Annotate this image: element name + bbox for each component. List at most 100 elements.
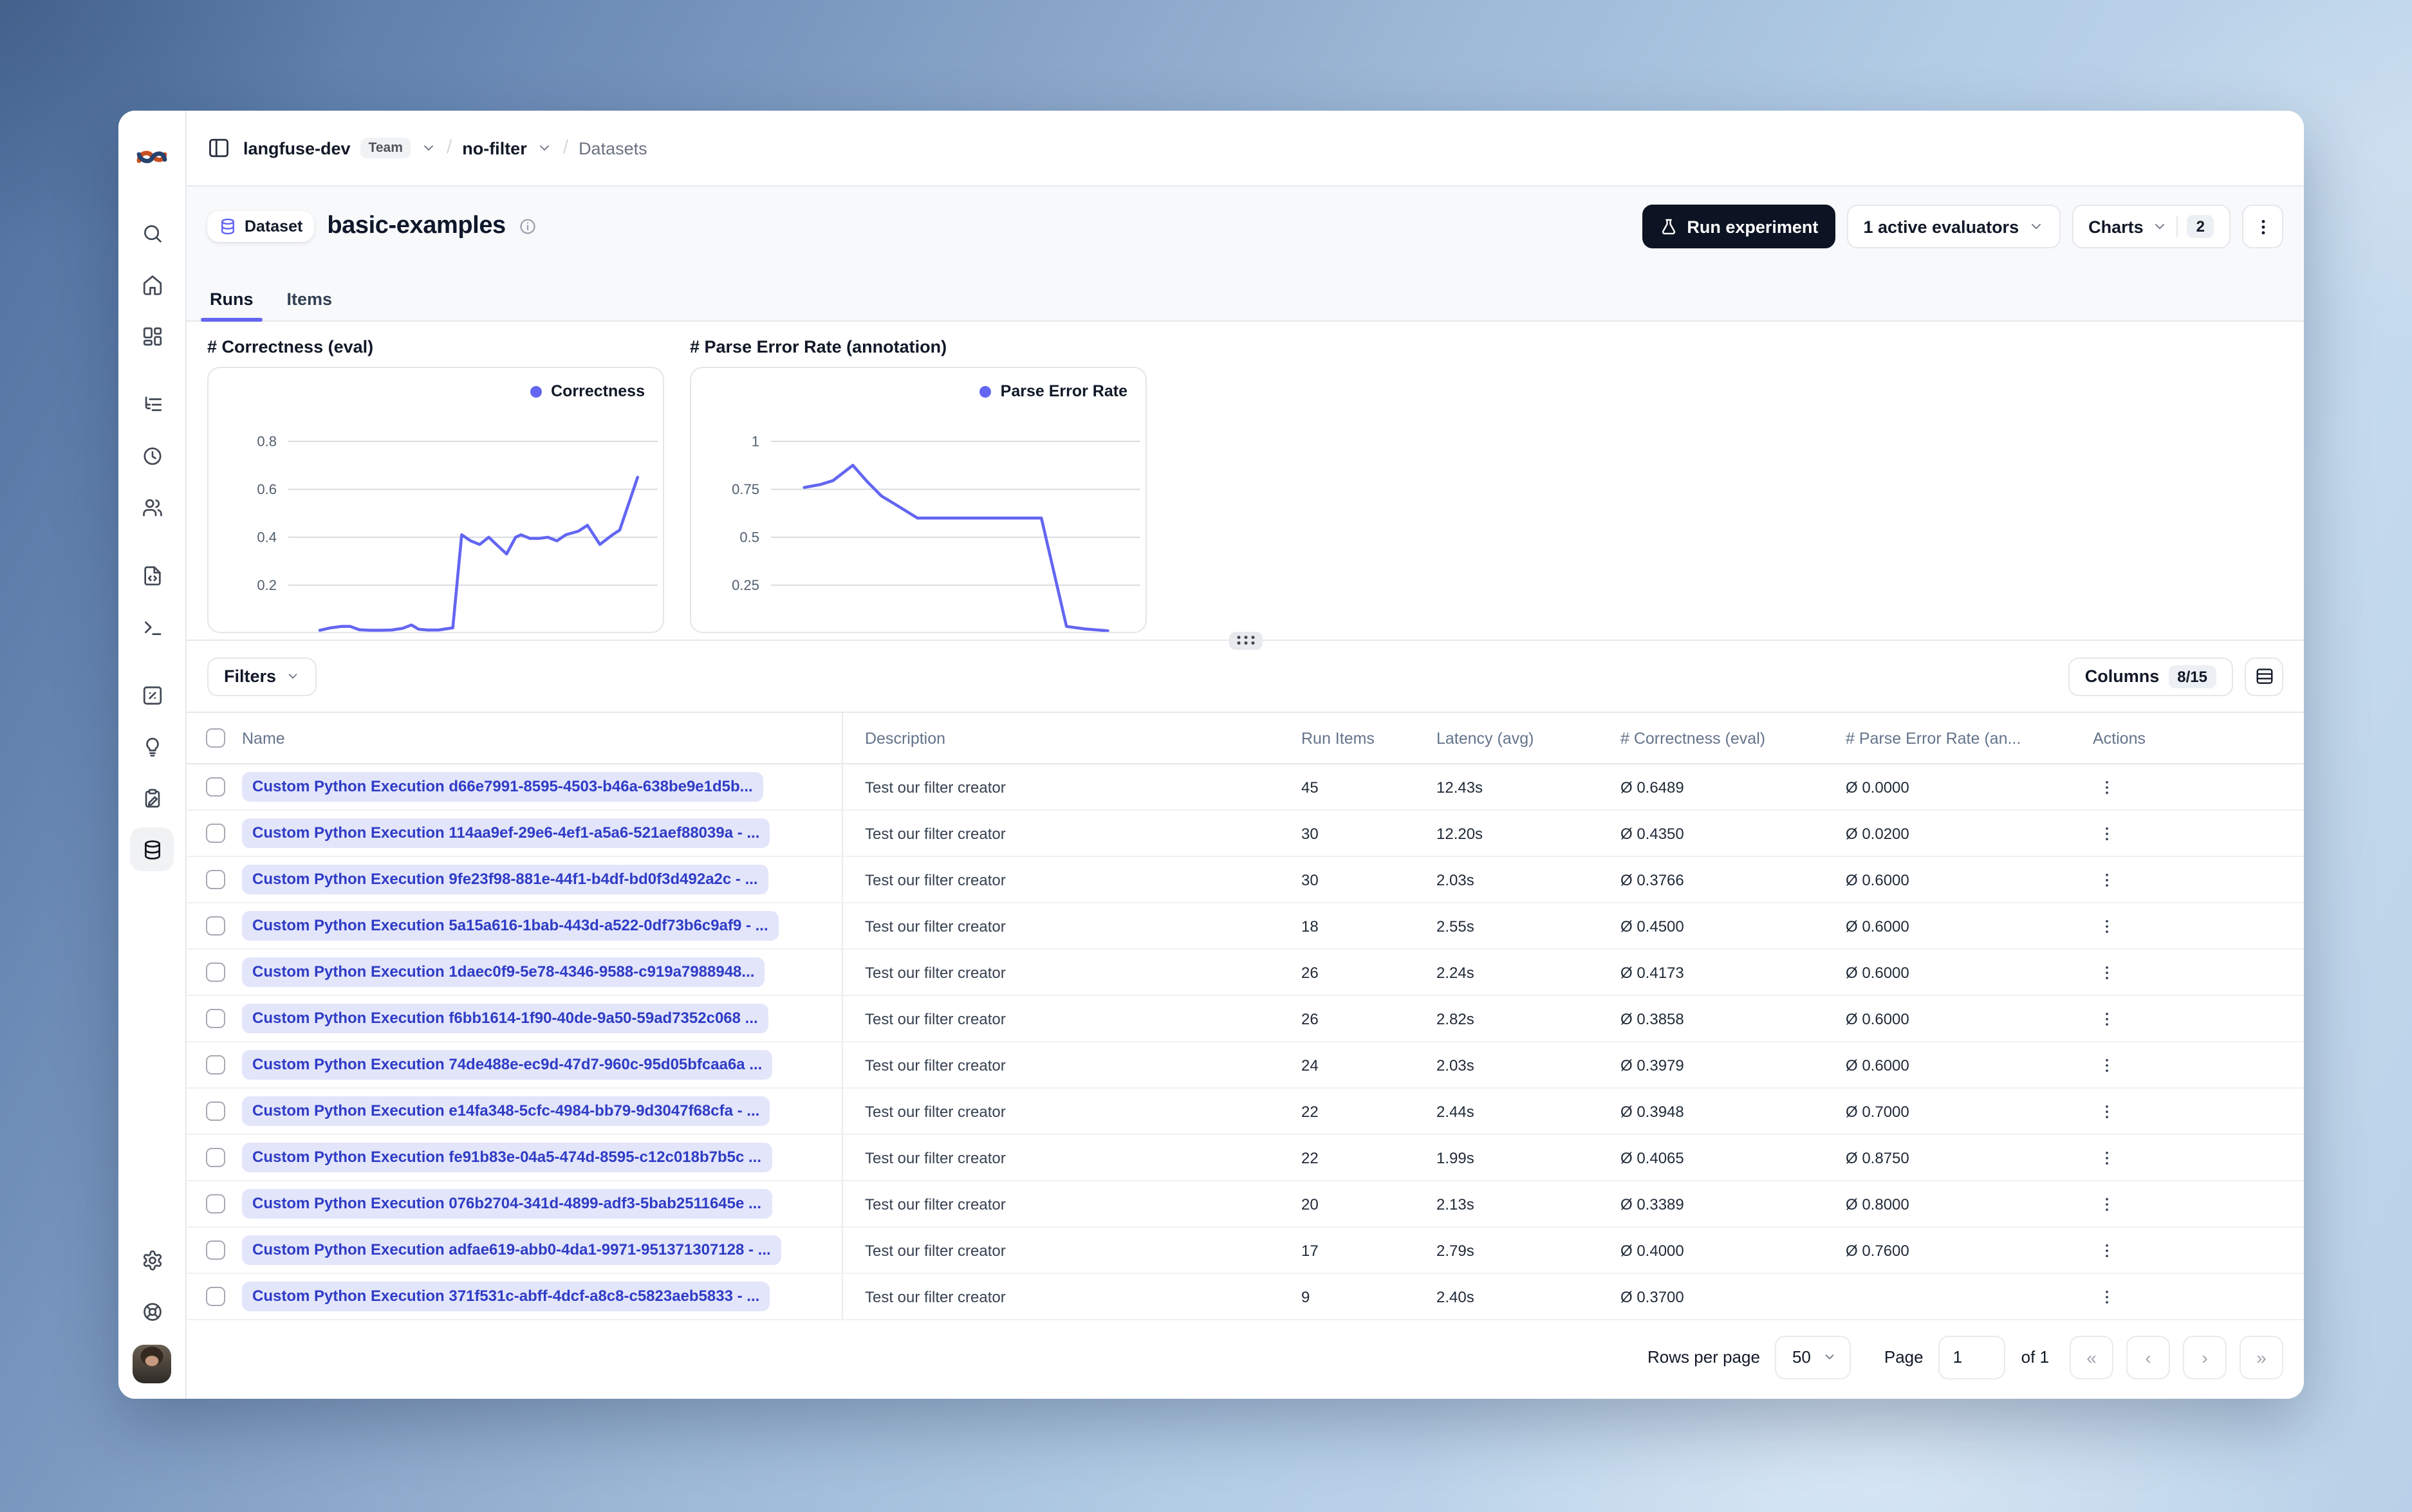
row-checkbox[interactable] <box>206 1194 225 1213</box>
home-icon[interactable] <box>130 263 174 306</box>
correctness-value: Ø 0.3700 <box>1620 1287 1684 1305</box>
tab-items[interactable]: Items <box>284 279 335 320</box>
datasets-database-icon[interactable] <box>130 827 174 871</box>
col-header-name[interactable]: Name <box>232 713 843 763</box>
row-checkbox[interactable] <box>206 916 225 936</box>
drag-handle[interactable] <box>1229 631 1262 649</box>
run-name-link[interactable]: Custom Python Execution d66e7991-8595-45… <box>242 772 763 802</box>
table-row: Custom Python Execution 076b2704-341d-48… <box>187 1181 2304 1228</box>
select-all-checkbox[interactable] <box>206 728 225 748</box>
filters-button[interactable]: Filters <box>207 657 317 696</box>
run-name-link[interactable]: Custom Python Execution adfae619-abb0-4d… <box>242 1235 781 1265</box>
chevron-down-icon[interactable] <box>421 140 436 156</box>
run-items-value: 20 <box>1301 1195 1319 1213</box>
run-name-link[interactable]: Custom Python Execution 076b2704-341d-48… <box>242 1189 772 1219</box>
run-experiment-button[interactable]: Run experiment <box>1642 205 1835 248</box>
svg-text:1: 1 <box>752 434 759 450</box>
row-actions-button[interactable] <box>2093 773 2121 801</box>
run-name-link[interactable]: Custom Python Execution 371f531c-abff-4d… <box>242 1282 770 1311</box>
rows-per-page-select[interactable]: 50 <box>1775 1335 1851 1379</box>
next-page-button[interactable]: › <box>2183 1335 2227 1379</box>
parse-error-value: Ø 0.8000 <box>1846 1195 1909 1213</box>
support-lifebuoy-icon[interactable] <box>130 1289 174 1333</box>
row-checkbox[interactable] <box>206 1287 225 1306</box>
row-checkbox[interactable] <box>206 1240 225 1260</box>
row-actions-button[interactable] <box>2093 819 2121 847</box>
sidebar-toggle-icon[interactable] <box>207 136 230 160</box>
charts-button[interactable]: Charts 2 <box>2072 205 2231 248</box>
run-name-link[interactable]: Custom Python Execution 9fe23f98-881e-44… <box>242 865 768 894</box>
row-actions-button[interactable] <box>2093 1097 2121 1125</box>
col-header-latency[interactable]: Latency (avg) <box>1436 729 1620 747</box>
prev-page-button[interactable]: ‹ <box>2126 1335 2170 1379</box>
search-icon[interactable] <box>130 211 174 255</box>
page-number-input[interactable] <box>1938 1335 2006 1379</box>
table-row: Custom Python Execution fe91b83e-04a5-47… <box>187 1135 2304 1181</box>
playground-terminal-icon[interactable] <box>130 605 174 649</box>
more-actions-button[interactable] <box>2242 205 2283 248</box>
run-description: Test our filter creator <box>865 917 1006 935</box>
row-actions-button[interactable] <box>2093 865 2121 894</box>
chart-card: 0.25 0.5 0.75 1 Parse Error Rate <box>690 367 1147 633</box>
row-checkbox[interactable] <box>206 777 225 797</box>
row-actions-button[interactable] <box>2093 1190 2121 1218</box>
runs-table: Name Description Run Items Latency (avg)… <box>187 712 2304 1320</box>
col-header-parse-error[interactable]: # Parse Error Rate (an... <box>1846 729 2077 747</box>
last-page-button[interactable]: » <box>2240 1335 2283 1379</box>
correctness-value: Ø 0.3858 <box>1620 1010 1684 1028</box>
row-checkbox[interactable] <box>206 824 225 843</box>
run-name-link[interactable]: Custom Python Execution f6bb1614-1f90-40… <box>242 1004 768 1033</box>
table-row: Custom Python Execution 114aa9ef-29e6-4e… <box>187 811 2304 857</box>
row-actions-button[interactable] <box>2093 1004 2121 1033</box>
row-checkbox[interactable] <box>206 1009 225 1028</box>
insights-lightbulb-icon[interactable] <box>130 724 174 768</box>
tab-runs[interactable]: Runs <box>201 279 262 322</box>
row-checkbox[interactable] <box>206 963 225 982</box>
chevron-down-icon[interactable] <box>537 140 553 156</box>
sessions-clock-icon[interactable] <box>130 434 174 477</box>
col-header-description[interactable]: Description <box>843 729 1301 747</box>
row-height-button[interactable] <box>2245 657 2283 696</box>
row-checkbox[interactable] <box>206 1055 225 1074</box>
langfuse-logo <box>135 127 169 187</box>
run-items-value: 17 <box>1301 1241 1319 1259</box>
table-row: Custom Python Execution 371f531c-abff-4d… <box>187 1274 2304 1320</box>
col-header-correctness[interactable]: # Correctness (eval) <box>1620 729 1846 747</box>
breadcrumb-org[interactable]: langfuse-dev <box>243 138 351 158</box>
users-icon[interactable] <box>130 485 174 529</box>
run-name-link[interactable]: Custom Python Execution 74de488e-ec9d-47… <box>242 1050 773 1080</box>
breadcrumb-section[interactable]: Datasets <box>579 138 647 158</box>
info-icon[interactable] <box>519 217 537 235</box>
col-header-run-items[interactable]: Run Items <box>1301 729 1436 747</box>
first-page-button[interactable]: « <box>2070 1335 2113 1379</box>
correctness-value: Ø 0.6489 <box>1620 778 1684 796</box>
tracing-tree-icon[interactable] <box>130 382 174 426</box>
annotation-clipboard-icon[interactable] <box>130 776 174 820</box>
row-actions-button[interactable] <box>2093 912 2121 940</box>
active-evaluators-button[interactable]: 1 active evaluators <box>1846 205 2061 248</box>
prompts-file-code-icon[interactable] <box>130 553 174 597</box>
run-name-link[interactable]: Custom Python Execution e14fa348-5cfc-49… <box>242 1096 770 1126</box>
run-name-link[interactable]: Custom Python Execution 114aa9ef-29e6-4e… <box>242 818 770 848</box>
row-actions-button[interactable] <box>2093 1236 2121 1264</box>
pagination-buttons: « ‹ › » <box>2070 1335 2283 1379</box>
rows-per-page-label: Rows per page <box>1647 1347 1760 1367</box>
row-actions-button[interactable] <box>2093 1282 2121 1311</box>
run-name-link[interactable]: Custom Python Execution 1daec0f9-5e78-43… <box>242 957 765 987</box>
row-actions-button[interactable] <box>2093 1051 2121 1079</box>
user-avatar[interactable] <box>133 1345 171 1383</box>
latency-value: 2.40s <box>1436 1287 1474 1305</box>
settings-gear-icon[interactable] <box>130 1238 174 1282</box>
run-name-link[interactable]: Custom Python Execution fe91b83e-04a5-47… <box>242 1143 772 1172</box>
run-name-link[interactable]: Custom Python Execution 5a15a616-1bab-44… <box>242 911 779 941</box>
row-actions-button[interactable] <box>2093 1143 2121 1172</box>
row-checkbox[interactable] <box>206 870 225 889</box>
breadcrumb-project[interactable]: no-filter <box>462 138 527 158</box>
row-actions-button[interactable] <box>2093 958 2121 986</box>
dashboard-icon[interactable] <box>130 314 174 358</box>
row-checkbox[interactable] <box>206 1102 225 1121</box>
evaluation-percent-icon[interactable] <box>130 673 174 717</box>
columns-button[interactable]: Columns 8/15 <box>2068 657 2233 696</box>
chart-parse-error-rate: # Parse Error Rate (annotation) 0.25 0.5 0… <box>690 333 1147 640</box>
row-checkbox[interactable] <box>206 1148 225 1167</box>
